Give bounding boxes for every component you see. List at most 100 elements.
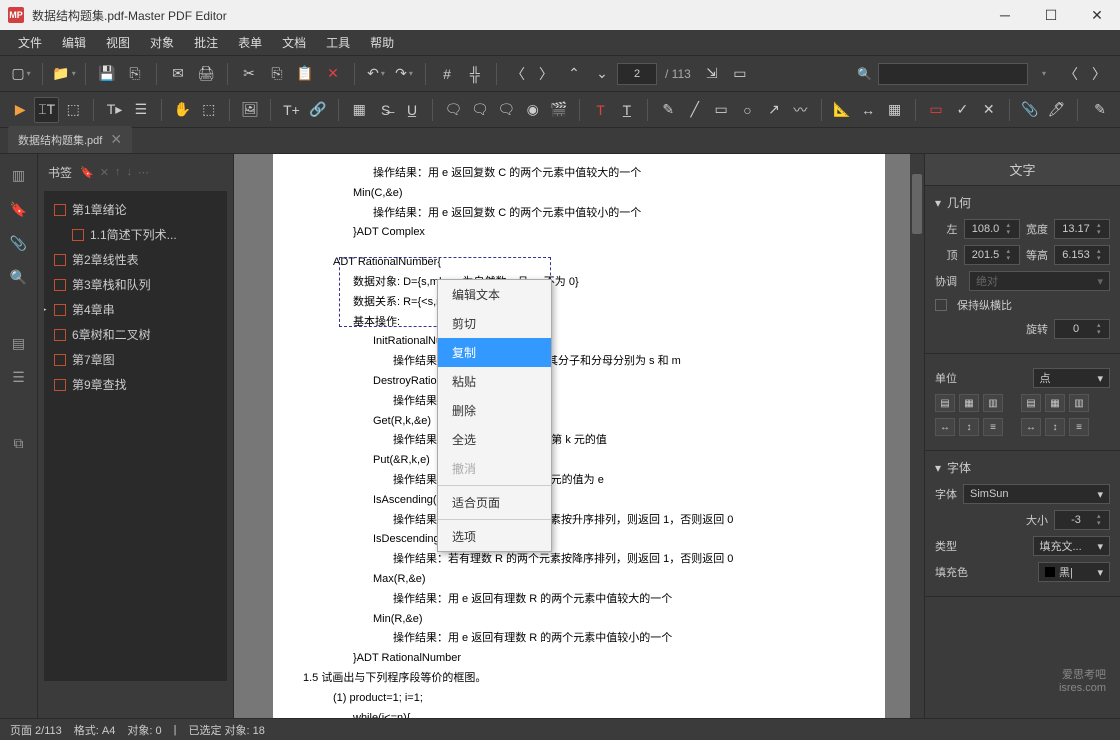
- font-section-header[interactable]: ▾ 字体: [935, 459, 1110, 476]
- rect-tool[interactable]: ▭: [709, 97, 733, 123]
- cross-tool[interactable]: ✕: [977, 97, 1001, 123]
- bm-down-icon[interactable]: ↓: [126, 166, 132, 179]
- bookmark-item[interactable]: 第2章线性表: [46, 247, 225, 272]
- keep-ratio-checkbox[interactable]: [935, 299, 947, 311]
- search-next-button[interactable]: 〉: [1086, 61, 1112, 87]
- bookmark-item[interactable]: 第9章查找: [46, 372, 225, 397]
- check-tool[interactable]: ✓: [950, 97, 974, 123]
- pencil-tool[interactable]: ✎: [656, 97, 680, 123]
- close-tab-button[interactable]: ✕: [110, 131, 122, 148]
- menu-文件[interactable]: 文件: [8, 34, 52, 51]
- search-prev-button[interactable]: 〈: [1058, 61, 1084, 87]
- last-page-button[interactable]: ⌄: [589, 61, 615, 87]
- align-right-icon[interactable]: ▥: [983, 394, 1003, 412]
- context-menu-item[interactable]: 选项: [438, 522, 551, 551]
- email-button[interactable]: ✉: [165, 61, 191, 87]
- save-as-button[interactable]: ⎘: [122, 61, 148, 87]
- grid-icon[interactable]: #: [434, 61, 460, 87]
- hand-tool[interactable]: ✋: [170, 97, 194, 123]
- signature-tool[interactable]: 🖊: [1044, 97, 1068, 123]
- same-h-icon[interactable]: ≡: [1069, 418, 1089, 436]
- note-tool[interactable]: 🗨: [441, 97, 465, 123]
- unit-select[interactable]: 点▾: [1033, 368, 1111, 388]
- prev-page-button[interactable]: 〈: [505, 61, 531, 87]
- bm-menu-icon[interactable]: ⋯: [138, 166, 149, 179]
- context-menu-item[interactable]: 适合页面: [438, 488, 551, 517]
- close-button[interactable]: ✕: [1074, 0, 1120, 30]
- text-select-tool[interactable]: ⌶T: [34, 97, 59, 123]
- dist-v2-icon[interactable]: ↕: [1045, 418, 1065, 436]
- line-tool[interactable]: ╱: [682, 97, 706, 123]
- text-box-tool[interactable]: T̲: [615, 97, 639, 123]
- geometry-section-header[interactable]: ▾ 几何: [935, 194, 1110, 211]
- dist-v-icon[interactable]: ↕: [959, 418, 979, 436]
- menu-编辑[interactable]: 编辑: [52, 34, 96, 51]
- object-tool[interactable]: ⬚: [61, 97, 85, 123]
- edit-text-tool[interactable]: T▸: [102, 97, 126, 123]
- eyedropper-tool[interactable]: ✎: [1088, 97, 1112, 123]
- search-input[interactable]: [878, 63, 1028, 85]
- strike-tool[interactable]: S̶: [373, 97, 397, 123]
- form-tool[interactable]: ☰: [129, 97, 153, 123]
- left-input[interactable]: ▴▾: [964, 219, 1020, 239]
- bm-del-icon[interactable]: ✕: [100, 166, 109, 179]
- menu-帮助[interactable]: 帮助: [360, 34, 404, 51]
- document-tab[interactable]: 数据结构题集.pdf ✕: [8, 126, 132, 153]
- vertical-scrollbar[interactable]: [910, 154, 924, 718]
- dist-tool[interactable]: ↔: [856, 97, 880, 123]
- pointer-tool[interactable]: ▶: [8, 97, 32, 123]
- tags-icon[interactable]: ☰: [8, 366, 30, 388]
- print-button[interactable]: 🖨: [193, 61, 219, 87]
- width-input[interactable]: ▴▾: [1054, 219, 1110, 239]
- fill-color-select[interactable]: 黑|▾: [1038, 562, 1110, 582]
- bookmark-item[interactable]: 第1章绪论: [46, 197, 225, 222]
- search-panel-icon[interactable]: 🔍: [8, 266, 30, 288]
- attachment-tool[interactable]: 📎: [1018, 97, 1042, 123]
- next-page-button[interactable]: 〉: [533, 61, 559, 87]
- cut-button[interactable]: ✂: [236, 61, 262, 87]
- context-menu-item[interactable]: 编辑文本: [438, 280, 551, 309]
- underline-tool[interactable]: U̲: [400, 97, 424, 123]
- height-input[interactable]: ▴▾: [1054, 245, 1110, 265]
- document-viewport[interactable]: 操作结果：用 e 返回复数 C 的两个元素中值较大的一个Min(C,&e)操作结…: [234, 154, 924, 718]
- undo-button[interactable]: ↶: [363, 61, 389, 87]
- align-left-icon[interactable]: ▤: [935, 394, 955, 412]
- align-top-icon[interactable]: ▤: [1021, 394, 1041, 412]
- coord-select[interactable]: 绝对▾: [969, 271, 1110, 291]
- menu-批注[interactable]: 批注: [184, 34, 228, 51]
- delete-button[interactable]: ✕: [320, 61, 346, 87]
- circle-tool[interactable]: ○: [735, 97, 759, 123]
- context-menu-item[interactable]: 全选: [438, 425, 551, 454]
- context-menu-item[interactable]: 粘贴: [438, 367, 551, 396]
- menu-对象[interactable]: 对象: [140, 34, 184, 51]
- copy-button[interactable]: ⎘: [264, 61, 290, 87]
- align-bottom-icon[interactable]: ▥: [1069, 394, 1089, 412]
- highlight-tool[interactable]: ▦: [347, 97, 371, 123]
- dist-h-icon[interactable]: ↔: [935, 418, 955, 436]
- link-tool[interactable]: 🔗: [306, 97, 330, 123]
- polyline-tool[interactable]: 〰: [788, 97, 812, 123]
- context-menu-item[interactable]: 剪切: [438, 309, 551, 338]
- open-file-button[interactable]: 📁: [51, 61, 77, 87]
- text-add-tool[interactable]: T+: [279, 97, 303, 123]
- arrow-tool[interactable]: ↗: [762, 97, 786, 123]
- dist-h2-icon[interactable]: ↔: [1021, 418, 1041, 436]
- bookmarks-icon[interactable]: 🔖: [8, 198, 30, 220]
- page-number-input[interactable]: [617, 63, 657, 85]
- snapshot-tool[interactable]: ⬚: [197, 97, 221, 123]
- fit-width-icon[interactable]: ⇲: [699, 61, 725, 87]
- save-button[interactable]: 💾: [94, 61, 120, 87]
- minimize-button[interactable]: ─: [982, 0, 1028, 30]
- top-input[interactable]: ▴▾: [964, 245, 1020, 265]
- pages-icon[interactable]: ⧉: [8, 432, 30, 454]
- menu-表单[interactable]: 表单: [228, 34, 272, 51]
- bm-add-icon[interactable]: 🔖: [80, 166, 94, 179]
- shape-rect-tool[interactable]: ▭: [924, 97, 948, 123]
- bookmark-item[interactable]: 1.1简述下列术...: [46, 222, 225, 247]
- bookmark-item[interactable]: 第7章图: [46, 347, 225, 372]
- fit-page-icon[interactable]: ▭: [727, 61, 753, 87]
- thumbnails-icon[interactable]: ▥: [8, 164, 30, 186]
- maximize-button[interactable]: ☐: [1028, 0, 1074, 30]
- text-ann-tool[interactable]: 🗨: [494, 97, 518, 123]
- bookmark-item[interactable]: 第3章栈和队列: [46, 272, 225, 297]
